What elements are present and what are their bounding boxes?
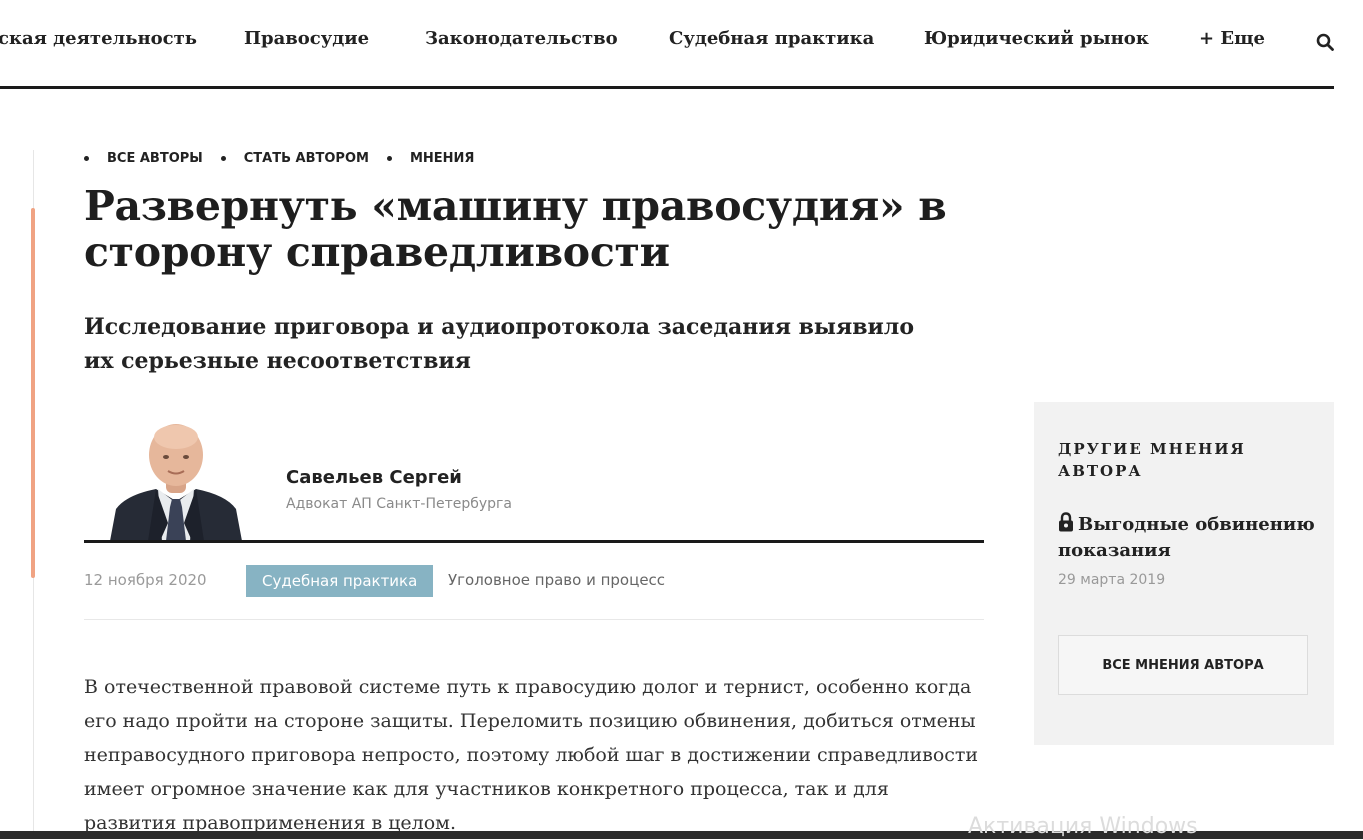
bullet-icon: [84, 156, 89, 161]
windows-activation-watermark: Активация Windows: [968, 814, 1198, 839]
reading-progress-bar: [31, 208, 35, 578]
tag-court-practice[interactable]: Судебная практика: [246, 565, 434, 597]
nav-item-more[interactable]: + Еще: [1199, 28, 1265, 49]
meta-divider: [84, 619, 984, 620]
top-navigation: ская деятельность Правосудие Законодател…: [0, 0, 1334, 86]
sidebar-article-title: Выгодные обвинению показания: [1058, 514, 1315, 561]
bullet-icon: [220, 156, 226, 161]
article-subtitle: Исследование приговора и аудиопротокола …: [84, 314, 914, 374]
nav-item-justice[interactable]: Правосудие: [244, 28, 369, 49]
sidebar-heading: ДРУГИЕ МНЕНИЯ АВТОРА: [1058, 440, 1246, 480]
publish-date: 12 ноября 2020: [84, 571, 207, 589]
author-divider: [84, 540, 984, 543]
author-sidebar: ДРУГИЕ МНЕНИЯ АВТОРА Выгодные обвинению …: [1034, 402, 1334, 745]
breadcrumb-opinions[interactable]: МНЕНИЯ: [386, 151, 475, 166]
breadcrumb-label: ВСЕ АВТОРЫ: [107, 151, 203, 166]
nav-item-court-practice[interactable]: Судебная практика: [669, 28, 874, 49]
bullet-icon: [386, 156, 392, 161]
author-name[interactable]: Савельев Сергей: [286, 467, 462, 488]
article-title: Развернуть «машину правосудия» в сторону…: [84, 182, 947, 276]
author-role: Адвокат АП Санкт-Петербурга: [286, 496, 512, 512]
nav-divider: [0, 86, 1334, 89]
breadcrumb-label: СТАТЬ АВТОРОМ: [243, 151, 369, 166]
category-link[interactable]: Уголовное право и процесс: [448, 571, 665, 589]
nav-item-legislation[interactable]: Законодательство: [425, 28, 618, 49]
author-avatar[interactable]: [108, 423, 244, 541]
nav-item-activity[interactable]: ская деятельность: [0, 28, 197, 49]
nav-item-legal-market[interactable]: Юридический рынок: [924, 28, 1149, 49]
breadcrumb: ВСЕ АВТОРЫ СТАТЬ АВТОРОМ МНЕНИЯ: [84, 151, 492, 166]
search-icon[interactable]: [1316, 33, 1334, 51]
sidebar-article-link[interactable]: Выгодные обвинению показания: [1058, 512, 1320, 564]
breadcrumb-all-authors[interactable]: ВСЕ АВТОРЫ: [84, 151, 203, 166]
lock-icon: [1059, 512, 1073, 532]
breadcrumb-become-author[interactable]: СТАТЬ АВТОРОМ: [220, 151, 369, 166]
article-body: В отечественной правовой системе путь к …: [84, 676, 979, 834]
all-author-opinions-button[interactable]: ВСЕ МНЕНИЯ АВТОРА: [1058, 635, 1308, 695]
breadcrumb-label: МНЕНИЯ: [409, 151, 475, 166]
sidebar-article-date: 29 марта 2019: [1058, 572, 1166, 588]
